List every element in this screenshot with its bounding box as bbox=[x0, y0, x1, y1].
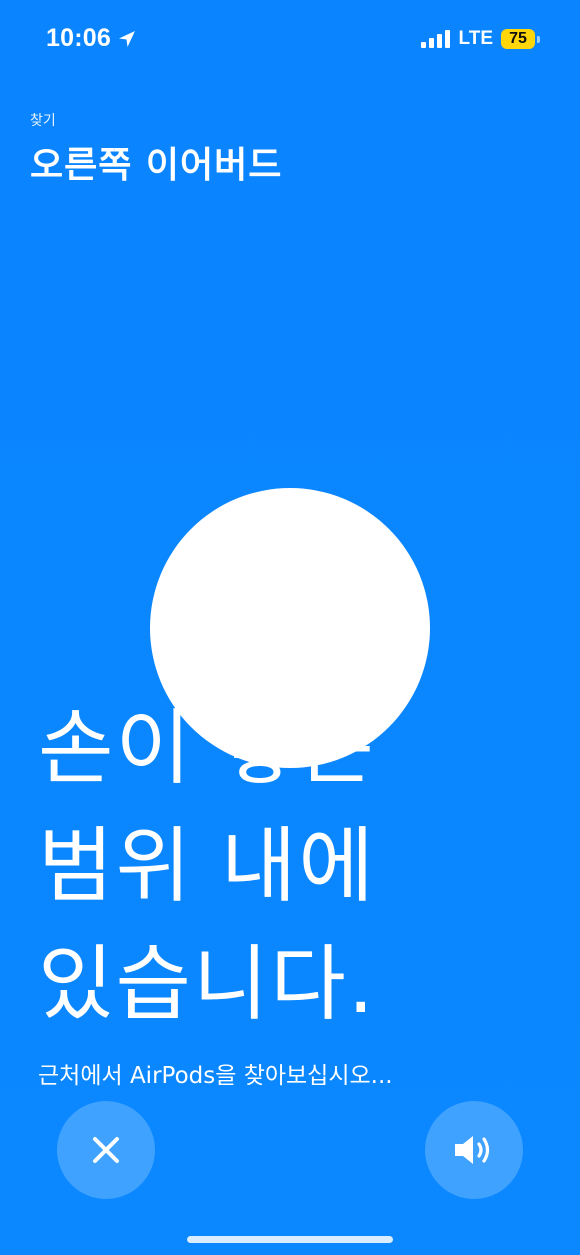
speaker-icon bbox=[453, 1133, 495, 1167]
home-indicator[interactable] bbox=[187, 1236, 393, 1243]
close-button[interactable] bbox=[57, 1101, 155, 1199]
status-bar: 10:06 LTE 75 bbox=[0, 0, 580, 80]
proximity-indicator-circle bbox=[150, 488, 430, 768]
battery-cap bbox=[537, 35, 540, 43]
play-sound-button[interactable] bbox=[425, 1101, 523, 1199]
location-arrow-icon bbox=[117, 29, 137, 49]
time-group: 10:06 bbox=[46, 24, 137, 53]
find-airpods-screen: 10:06 LTE 75 찾기 오른쪽 이어버드 손이 닿는 범위 내에 있습니… bbox=[0, 0, 580, 1255]
breadcrumb[interactable]: 찾기 bbox=[30, 110, 282, 130]
header: 찾기 오른쪽 이어버드 bbox=[30, 110, 282, 188]
status-time: 10:06 bbox=[46, 24, 111, 52]
network-type: LTE bbox=[458, 28, 493, 49]
search-hint: 근처에서 AirPods을 찾아보십시오... bbox=[38, 1063, 393, 1089]
status-line-2: 범위 내에 bbox=[38, 819, 376, 914]
signal-bars-icon bbox=[420, 30, 451, 48]
status-line-3: 있습니다. bbox=[38, 937, 376, 1032]
battery-icon: 75 bbox=[501, 29, 540, 49]
page-title: 오른쪽 이어버드 bbox=[30, 145, 283, 186]
close-icon bbox=[91, 1135, 121, 1165]
battery-level: 75 bbox=[501, 29, 535, 49]
right-status-group: LTE 75 bbox=[420, 28, 540, 50]
